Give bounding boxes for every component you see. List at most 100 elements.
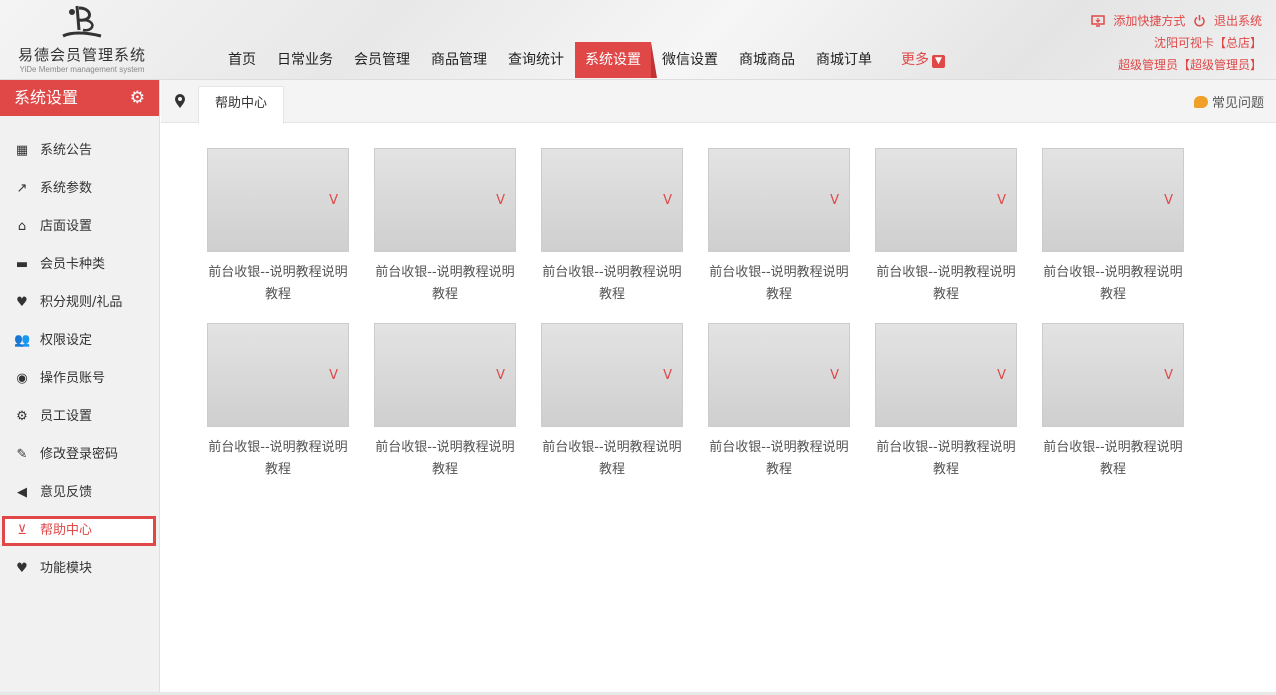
nav-daily-business[interactable]: 日常业务: [267, 42, 343, 78]
nav-mall-orders[interactable]: 商城订单: [806, 42, 882, 78]
basket-icon: ⊻: [17, 523, 27, 538]
sidebar-item-change-password[interactable]: ✎ 修改登录密码: [0, 436, 159, 474]
sidebar-item-permissions[interactable]: 👥 权限设定: [0, 322, 159, 360]
help-card-title[interactable]: 前台收银--说明教程说明教程: [708, 262, 850, 306]
monitor-icon: [1091, 15, 1106, 27]
sidebar-item-label: 权限设定: [40, 333, 93, 348]
video-icon: V: [997, 193, 1006, 208]
sidebar-item-points-rules[interactable]: ♥ 积分规则/礼品: [0, 284, 159, 322]
sidebar-item-label: 系统参数: [40, 181, 93, 196]
nav-product-management[interactable]: 商品管理: [421, 42, 497, 78]
help-card[interactable]: V 前台收银--说明教程说明教程: [1042, 148, 1184, 306]
help-card-title[interactable]: 前台收银--说明教程说明教程: [374, 262, 516, 306]
help-card-thumbnail[interactable]: V: [708, 148, 850, 252]
help-card[interactable]: V 前台收银--说明教程说明教程: [875, 323, 1017, 481]
help-card-thumbnail[interactable]: V: [541, 148, 683, 252]
nav-system-settings[interactable]: 系统设置: [575, 42, 657, 78]
video-icon: V: [329, 193, 338, 208]
help-card[interactable]: V 前台收银--说明教程说明教程: [374, 323, 516, 481]
sidebar: 系统设置 ⚙ ▦ 系统公告 ↗ 系统参数 ⌂ 店面设置 ▬ 会员卡种类 ♥ 积分规则/礼品…: [0, 80, 160, 695]
home-icon: ⌂: [17, 219, 27, 234]
sidebar-item-label: 功能模块: [40, 561, 93, 576]
help-card-thumbnail[interactable]: V: [541, 323, 683, 427]
help-card-title[interactable]: 前台收银--说明教程说明教程: [875, 437, 1017, 481]
sidebar-item-operator-accounts[interactable]: ◉ 操作员账号: [0, 360, 159, 398]
logout-label: 退出系统: [1213, 14, 1262, 28]
power-icon: [1194, 15, 1205, 27]
location-pin-icon: [175, 94, 185, 108]
sidebar-item-parameters[interactable]: ↗ 系统参数: [0, 170, 159, 208]
logout-link[interactable]: 退出系统: [1193, 14, 1262, 28]
tab-help-center[interactable]: 帮助中心: [198, 86, 284, 124]
nav-wechat-settings[interactable]: 微信设置: [652, 42, 728, 78]
faq-link[interactable]: 常见问题: [1193, 92, 1264, 111]
help-card-thumbnail[interactable]: V: [875, 148, 1017, 252]
help-card-thumbnail[interactable]: V: [374, 323, 516, 427]
logo-title: 易德会员管理系统: [17, 46, 146, 64]
chat-bubble-icon: [1193, 96, 1208, 108]
help-card[interactable]: V 前台收银--说明教程说明教程: [374, 148, 516, 306]
sidebar-title: 系统设置: [14, 88, 79, 107]
help-card-thumbnail[interactable]: V: [374, 148, 516, 252]
sidebar-item-card-types[interactable]: ▬ 会员卡种类: [0, 246, 159, 284]
help-card-thumbnail[interactable]: V: [1042, 148, 1184, 252]
sidebar-header: 系统设置 ⚙: [0, 80, 159, 116]
help-card-thumbnail[interactable]: V: [1042, 323, 1184, 427]
sidebar-item-staff-settings[interactable]: ⚙ 员工设置: [0, 398, 159, 436]
help-card-thumbnail[interactable]: V: [207, 323, 349, 427]
help-card-title[interactable]: 前台收银--说明教程说明教程: [374, 437, 516, 481]
nav-more-label: 更多: [901, 52, 929, 68]
nav-home[interactable]: 首页: [218, 42, 266, 78]
help-card[interactable]: V 前台收银--说明教程说明教程: [875, 148, 1017, 306]
nav-member-management[interactable]: 会员管理: [344, 42, 420, 78]
video-icon: V: [830, 193, 839, 208]
heart-icon: ♥: [16, 295, 28, 310]
logo[interactable]: 易德会员管理系统 YiDe Member management system: [8, 2, 156, 78]
help-content: V 前台收银--说明教程说明教程 V 前台收银--说明教程说明教程 V 前台收银--说明教…: [161, 124, 1276, 692]
user-circle-icon: ◉: [16, 371, 28, 386]
help-card-title[interactable]: 前台收银--说明教程说明教程: [207, 437, 349, 481]
add-shortcut-label: 添加快捷方式: [1113, 14, 1186, 28]
sidebar-item-label: 系统公告: [40, 143, 93, 158]
help-card-title[interactable]: 前台收银--说明教程说明教程: [708, 437, 850, 481]
help-card-thumbnail[interactable]: V: [207, 148, 349, 252]
edit-icon: ✎: [16, 447, 28, 462]
help-card-title[interactable]: 前台收银--说明教程说明教程: [875, 262, 1017, 306]
help-card[interactable]: V 前台收银--说明教程说明教程: [708, 323, 850, 481]
help-card[interactable]: V 前台收银--说明教程说明教程: [207, 148, 349, 306]
help-card[interactable]: V 前台收银--说明教程说明教程: [1042, 323, 1184, 481]
nav-query-stats[interactable]: 查询统计: [498, 42, 574, 78]
sidebar-item-help-center[interactable]: ⊻ 帮助中心: [0, 512, 159, 550]
sidebar-menu: ▦ 系统公告 ↗ 系统参数 ⌂ 店面设置 ▬ 会员卡种类 ♥ 积分规则/礼品 👥 权限设定 …: [0, 132, 159, 588]
help-card[interactable]: V 前台收银--说明教程说明教程: [708, 148, 850, 306]
help-card-thumbnail[interactable]: V: [708, 323, 850, 427]
nav-more[interactable]: 更多 ▼: [891, 42, 955, 78]
sidebar-item-label: 帮助中心: [40, 523, 93, 538]
help-card[interactable]: V 前台收银--说明教程说明教程: [541, 148, 683, 306]
heart-icon: ♥: [16, 561, 28, 576]
chevron-down-icon: ▼: [932, 55, 945, 68]
help-card-title[interactable]: 前台收银--说明教程说明教程: [541, 437, 683, 481]
help-card-title[interactable]: 前台收银--说明教程说明教程: [207, 262, 349, 306]
add-shortcut-link[interactable]: 添加快捷方式: [1091, 14, 1189, 28]
help-card-title[interactable]: 前台收银--说明教程说明教程: [1042, 262, 1184, 306]
sidebar-item-function-modules[interactable]: ♥ 功能模块: [0, 550, 159, 588]
nav-mall-products[interactable]: 商城商品: [729, 42, 805, 78]
gear-icon[interactable]: ⚙: [130, 80, 145, 116]
video-icon: V: [1164, 368, 1173, 383]
users-icon: 👥: [14, 333, 31, 348]
calendar-icon: ▦: [15, 143, 29, 158]
video-icon: V: [496, 368, 505, 383]
sidebar-item-announcement[interactable]: ▦ 系统公告: [0, 132, 159, 170]
help-card-title[interactable]: 前台收银--说明教程说明教程: [541, 262, 683, 306]
top-right-panel: 添加快捷方式 退出系统 沈阳可视卡【总店】 超级管理员【超级管理员】: [1087, 10, 1262, 76]
help-card[interactable]: V 前台收银--说明教程说明教程: [541, 323, 683, 481]
sidebar-item-feedback[interactable]: ◀ 意见反馈: [0, 474, 159, 512]
help-card-thumbnail[interactable]: V: [875, 323, 1017, 427]
sidebar-item-store-settings[interactable]: ⌂ 店面设置: [0, 208, 159, 246]
video-icon: V: [329, 368, 338, 383]
help-card-title[interactable]: 前台收银--说明教程说明教程: [1042, 437, 1184, 481]
help-card[interactable]: V 前台收银--说明教程说明教程: [207, 323, 349, 481]
chart-icon: ↗: [16, 181, 28, 196]
card-icon: ▬: [15, 257, 29, 272]
